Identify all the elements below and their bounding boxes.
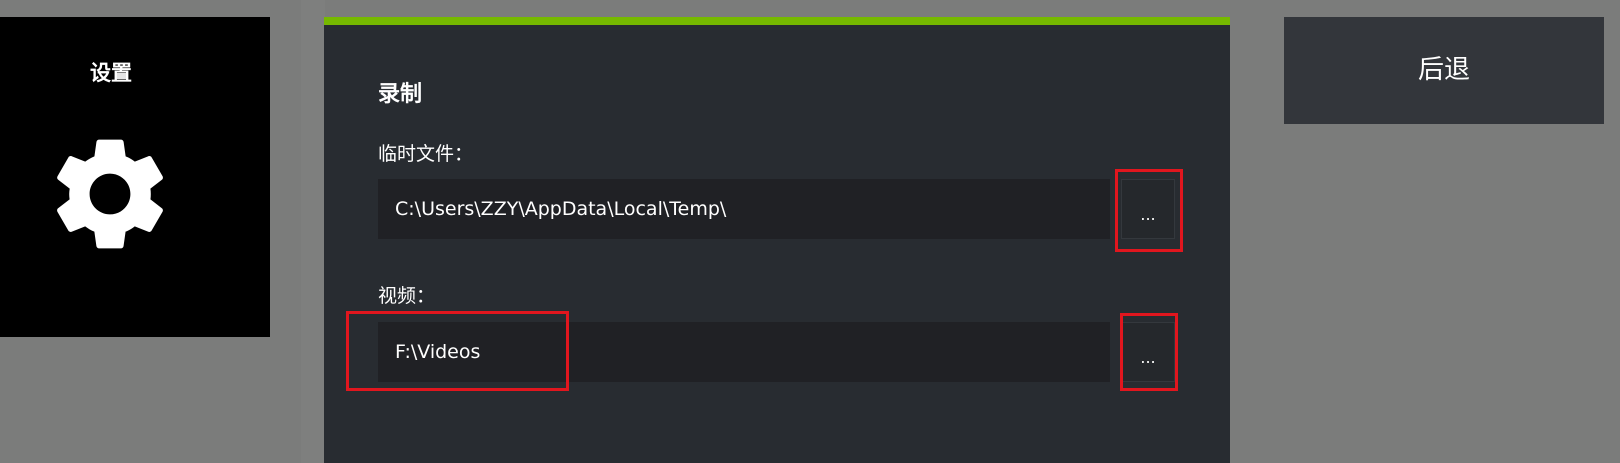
videos-label: 视频： bbox=[378, 285, 436, 307]
temp-files-browse-highlight bbox=[1115, 169, 1183, 252]
temp-files-label: 临时文件： bbox=[378, 143, 474, 165]
section-title: 录制 bbox=[378, 82, 423, 107]
settings-title: 设置 bbox=[90, 61, 132, 85]
accent-bar bbox=[324, 17, 1230, 25]
settings-tile[interactable]: 设置 bbox=[0, 17, 270, 337]
videos-browse-highlight bbox=[1120, 313, 1178, 391]
background-strip bbox=[301, 0, 325, 463]
recording-settings-panel: 录制 临时文件： C:\Users\ZZY\AppData\Local\Temp… bbox=[324, 17, 1230, 463]
videos-path-highlight bbox=[346, 311, 569, 391]
back-button[interactable]: 后退 bbox=[1284, 17, 1604, 124]
gear-icon bbox=[57, 139, 163, 249]
temp-files-path-field[interactable]: C:\Users\ZZY\AppData\Local\Temp\ bbox=[378, 179, 1110, 239]
